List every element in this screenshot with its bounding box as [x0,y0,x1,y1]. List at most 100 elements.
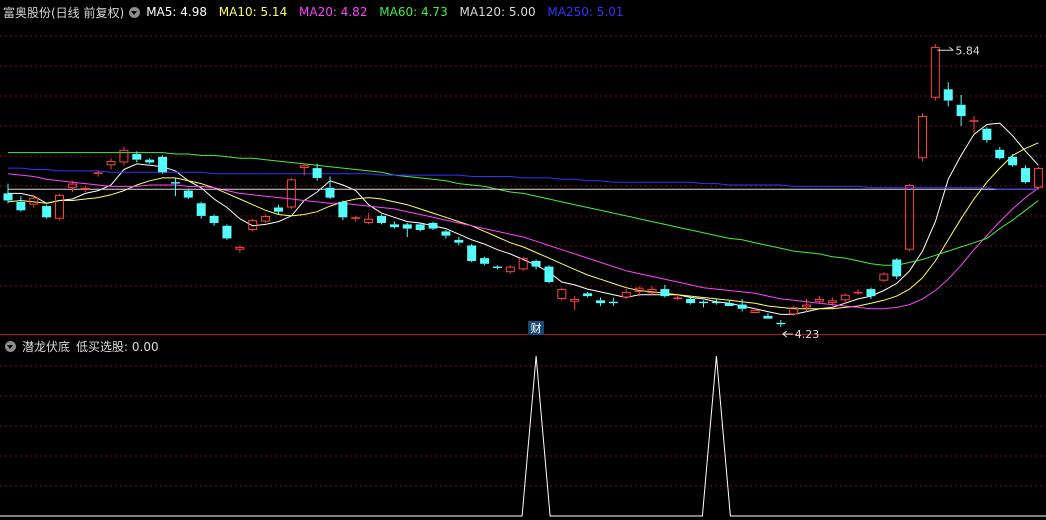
candlestick [106,158,116,170]
candle-body [814,298,824,302]
candlestick [930,44,940,101]
candle-body [492,266,502,268]
candlestick [505,265,515,274]
candle-body [402,224,412,229]
candlestick [840,293,850,304]
candlestick [608,297,618,306]
candle-body [892,259,902,277]
candle-body [969,120,979,122]
candlestick [312,163,322,181]
event-marker-label: 财 [531,321,542,335]
candlestick [3,183,13,204]
candle-body [570,298,580,302]
candle-body [956,104,966,117]
chart-canvas[interactable]: 5.84 4.23 财 [0,0,1046,520]
candlestick [183,189,193,200]
candlestick [892,258,902,280]
candle-body [724,303,734,306]
candle-body [673,297,683,300]
candlestick [170,177,180,197]
candlestick [364,213,374,225]
candle-body [209,215,219,223]
candle-body [364,218,374,223]
candle-body [80,187,90,190]
candle-body [235,246,245,250]
candlestick [711,298,721,305]
candle-body [441,231,451,236]
candle-body [286,179,296,208]
candlestick [776,320,786,328]
ma20-legend: MA20: 4.82 [299,5,368,19]
candlestick [518,256,528,271]
candlestick [660,284,670,298]
candle-body [943,89,953,101]
candle-body [595,300,605,304]
candle-body [660,289,670,297]
candle-body [763,315,773,319]
candlestick [402,222,412,238]
ma-legend: MA5: 4.98 MA10: 5.14 MA20: 4.82 MA60: 4.… [146,5,631,19]
candlestick [492,265,502,270]
chevron-down-icon[interactable] [129,6,141,18]
candlestick [338,200,348,221]
candle-body [273,207,283,212]
candle-body [737,304,747,309]
candle-body [518,258,528,270]
event-marker: 财 [528,321,545,335]
candlestick [93,170,103,177]
candlestick [583,291,593,298]
indicator-line [0,355,1046,517]
candle-body [917,116,927,159]
candlestick [789,305,799,316]
indicator-layer [0,355,1046,517]
candle-body [93,172,103,174]
candle-body [158,156,168,173]
candle-body [853,291,863,294]
candle-body [879,273,889,281]
grid-layer [0,35,1046,487]
candle-body [351,217,361,219]
candle-body [982,128,992,140]
candlestick [480,256,490,266]
candlestick [209,214,219,226]
candlestick [570,296,580,311]
candlestick [853,289,863,295]
candlestick [415,222,425,232]
candle-body [312,168,322,178]
candlestick [995,146,1005,160]
candle-body [325,187,335,198]
candle-body [905,184,915,250]
ma60-legend: MA60: 4.73 [379,5,448,19]
ma5-legend: MA5: 4.98 [146,5,207,19]
candlestick [325,176,335,200]
candlestick [557,287,567,301]
candle-body [1008,156,1018,166]
candlestick [235,245,245,253]
candle-body [621,291,631,298]
candlestick [647,286,657,295]
candle-body [827,300,837,304]
ma120-legend: MA120: 5.00 [459,5,536,19]
candlestick [389,221,399,229]
candle-body [750,310,760,314]
chevron-down-icon[interactable] [5,340,16,352]
candle-body [930,47,940,98]
candle-body [145,159,155,163]
candle-body [866,289,876,297]
candle-body [132,154,142,160]
candlestick [158,155,168,174]
candlestick [454,237,464,246]
candlestick [763,313,773,319]
candle-body [55,194,65,219]
candlestick [531,259,541,270]
candle-body [480,258,490,264]
indicator-value-label: 低买选股: 0.00 [76,339,159,354]
low-price-label: 4.23 [795,328,820,341]
candlestick [595,297,605,306]
candlestick [377,214,387,225]
candlestick [814,296,824,304]
main-panel-header: 富奥股份(日线 前复权) MA5: 4.98 MA10: 5.14 MA20: … [3,3,631,21]
candle-body [776,322,786,325]
candlestick [42,204,52,219]
candlestick [80,186,90,193]
